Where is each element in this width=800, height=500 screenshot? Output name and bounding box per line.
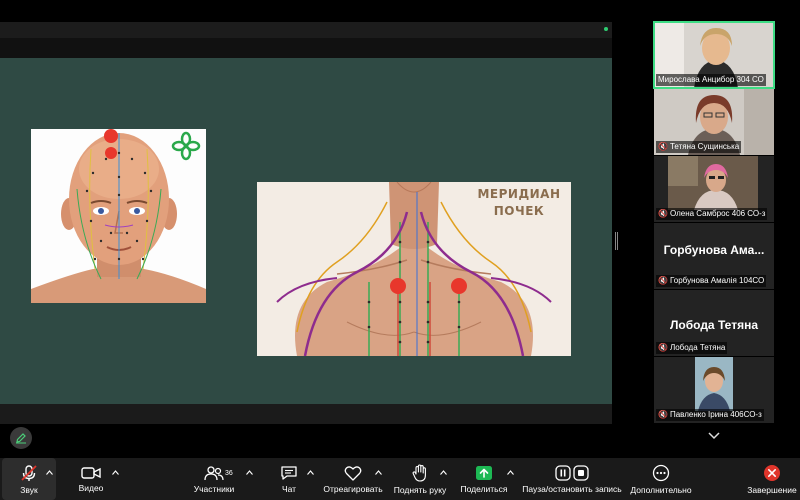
- mic-muted-icon: 🔇: [658, 209, 668, 218]
- presentation-slide: МЕРИДИАН ПОЧЕК: [0, 58, 612, 404]
- participant-name: Тетяна Сущинська: [669, 142, 740, 151]
- chat-bubble-icon: [281, 465, 297, 480]
- participant-name: Павленко Ірина 406СО-з: [669, 410, 762, 419]
- participants-button[interactable]: Участники: [186, 458, 242, 500]
- pencil-icon: [16, 433, 26, 444]
- chevron-down-icon: [708, 432, 720, 440]
- mic-muted-icon: 🔇: [658, 410, 668, 419]
- recording-controls-button[interactable]: Пауза/остановить запись: [520, 458, 624, 500]
- chat-options-caret[interactable]: [305, 467, 315, 477]
- participant-name: Лобода Тетяна: [669, 343, 726, 352]
- shared-screen: МЕРИДИАН ПОЧЕК: [0, 38, 612, 449]
- meridian-title-line1: МЕРИДИАН: [477, 187, 561, 201]
- participant-name-label: 🔇 Олена Самброс 406 СО-з: [656, 208, 768, 220]
- people-icon: [204, 465, 224, 480]
- pause-stop-recording-icon: [555, 464, 589, 481]
- participant-tile[interactable]: Горбунова Ама... 🔇 Горбунова Амалія 104С…: [654, 223, 774, 289]
- participants-gallery: Мирослава Анцибор 304 СО 🔇 Тетяна Сущинс…: [653, 21, 775, 426]
- panel-resize-handle[interactable]: [615, 232, 618, 250]
- mic-muted-icon: 🔇: [658, 142, 668, 151]
- end-meeting-label: Завершение: [747, 484, 797, 495]
- mic-muted-icon: 🔇: [658, 343, 668, 352]
- chevron-up-icon: [111, 469, 119, 475]
- share-label: Поделиться: [460, 483, 508, 494]
- participant-name: Мирослава Анцибор 304 СО: [658, 75, 764, 84]
- raise-hand-button[interactable]: Поднять руку: [390, 458, 450, 500]
- share-options-caret[interactable]: [505, 467, 515, 477]
- kidney-meridian-image: МЕРИДИАН ПОЧЕК: [257, 182, 571, 356]
- participant-name-label: Мирослава Анцибор 304 СО: [656, 74, 766, 86]
- top-bar: [0, 0, 800, 22]
- participants-count: 36: [225, 470, 233, 477]
- raise-hand-options-caret[interactable]: [438, 467, 448, 477]
- participant-name-label: 🔇 Тетяна Сущинська: [656, 141, 742, 153]
- chevron-up-icon: [374, 469, 382, 475]
- hand-icon: [412, 463, 426, 482]
- participant-tile[interactable]: 🔇 Олена Самброс 406 СО-з: [654, 156, 774, 222]
- react-button[interactable]: Отреагировать: [322, 458, 384, 500]
- chat-label: Чат: [281, 483, 297, 494]
- chevron-up-icon: [439, 469, 447, 475]
- chevron-up-icon: [245, 469, 253, 475]
- share-screen-button[interactable]: Поделиться: [458, 458, 510, 500]
- more-label: Дополнительно: [630, 484, 692, 495]
- raise-hand-label: Поднять руку: [393, 484, 447, 495]
- microphone-muted-icon: [21, 464, 37, 481]
- participants-options-caret[interactable]: [244, 467, 254, 477]
- screen-share-header: [0, 22, 612, 38]
- react-label: Отреагировать: [323, 483, 383, 494]
- chevron-up-icon: [306, 469, 314, 475]
- meridian-title-line2: ПОЧЕК: [493, 204, 545, 218]
- camera-icon: [81, 466, 101, 479]
- audio-label: Звук: [20, 484, 38, 495]
- participant-tile[interactable]: 🔇 Тетяна Сущинська: [654, 89, 774, 155]
- audio-options-caret[interactable]: [44, 467, 54, 477]
- sharing-indicator-dot: [604, 27, 608, 31]
- participant-name: Горбунова Амалія 104СО: [669, 276, 765, 285]
- participant-display-name: Лобода Тетяна: [669, 318, 758, 332]
- mic-muted-icon: 🔇: [658, 276, 668, 285]
- participant-name-label: 🔇 Павленко Ірина 406СО-з: [656, 409, 764, 421]
- scroll-participants-down[interactable]: [686, 428, 742, 444]
- meridian-title: МЕРИДИАН ПОЧЕК: [473, 186, 565, 220]
- end-meeting-button[interactable]: Завершение: [744, 458, 800, 500]
- participant-tile[interactable]: Лобода Тетяна 🔇 Лобода Тетяна: [654, 290, 774, 356]
- more-button[interactable]: Дополнительно: [628, 458, 694, 500]
- slide-bottom-bar: [0, 404, 612, 424]
- video-label: Видео: [78, 482, 104, 493]
- participant-name-label: 🔇 Лобода Тетяна: [656, 342, 728, 354]
- participant-name-label: 🔇 Горбунова Амалія 104СО: [656, 275, 767, 287]
- more-dots-icon: [652, 464, 670, 481]
- participant-tile[interactable]: 🔇 Павленко Ірина 406СО-з: [654, 357, 774, 423]
- share-arrow-icon: [476, 465, 492, 480]
- face-acupuncture-image: [31, 129, 206, 303]
- heart-icon: [344, 465, 362, 481]
- chat-button[interactable]: Чат: [272, 458, 306, 500]
- audio-button[interactable]: Звук: [2, 458, 56, 500]
- react-options-caret[interactable]: [373, 467, 383, 477]
- recording-label: Пауза/остановить запись: [522, 483, 622, 494]
- participant-display-name: Горбунова Ама...: [663, 243, 765, 257]
- video-button[interactable]: Видео: [70, 458, 112, 500]
- zoom-meeting-window: МЕРИДИАН ПОЧЕК Мирослава Анцибор 304 СО …: [0, 0, 800, 500]
- participant-tile[interactable]: Мирослава Анцибор 304 СО: [653, 21, 775, 89]
- chevron-up-icon: [45, 469, 53, 475]
- participant-name: Олена Самброс 406 СО-з: [669, 209, 766, 218]
- video-options-caret[interactable]: [110, 467, 120, 477]
- meeting-toolbar: Звук Видео Участники 36 Чат Отреагироват…: [0, 458, 800, 500]
- participants-label: Участники: [193, 483, 235, 494]
- annotate-button[interactable]: [10, 427, 32, 449]
- chevron-up-icon: [506, 469, 514, 475]
- close-icon: [764, 464, 780, 481]
